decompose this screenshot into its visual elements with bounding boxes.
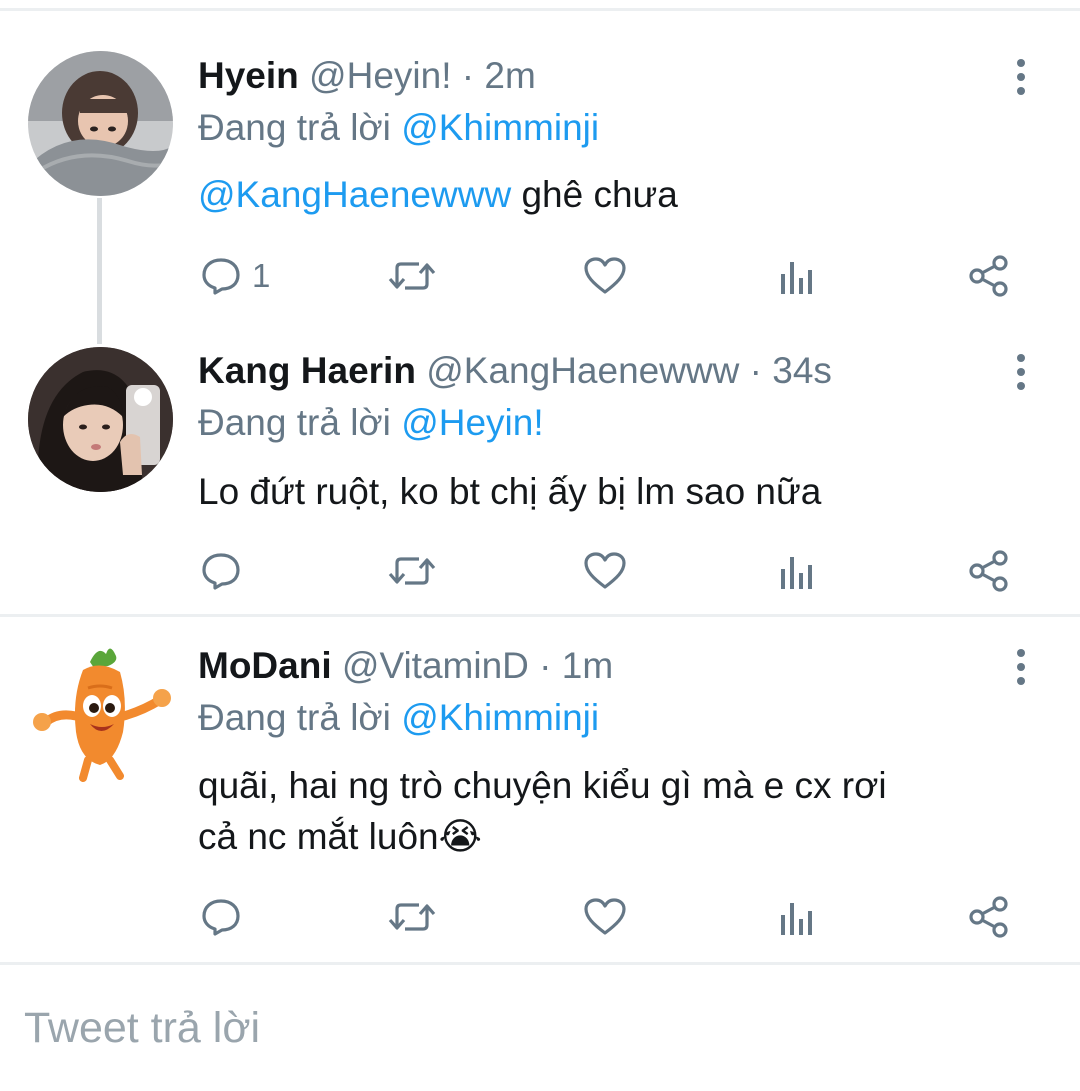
analytics-icon xyxy=(781,557,812,589)
tweet-text-content: cả nc mắt luôn xyxy=(198,816,439,857)
replying-to-mention[interactable]: @Khimminji xyxy=(401,697,599,738)
tweet-text-line: cả nc mắt luôn😭 xyxy=(198,811,1038,862)
reply-icon xyxy=(202,553,240,590)
retweet-icon xyxy=(388,262,436,290)
display-name[interactable]: Kang Haerin xyxy=(198,350,416,391)
reply-icon xyxy=(202,258,240,295)
mention-link[interactable]: @KangHaenewww xyxy=(198,174,511,215)
tweet-text: quãi, hai ng trò chuyện kiểu gì mà e cx … xyxy=(198,760,1038,862)
tweet-text-line: quãi, hai ng trò chuyện kiểu gì mà e cx … xyxy=(198,765,887,806)
like-button[interactable] xyxy=(583,892,627,942)
replying-label: Đang trả lời xyxy=(198,402,402,443)
tweet-text: @KangHaenewww ghê chưa xyxy=(198,169,1038,220)
analytics-icon xyxy=(781,262,812,294)
replying-to-mention[interactable]: @Khimminji xyxy=(401,107,599,148)
avatar[interactable] xyxy=(28,51,173,196)
tweet-text: Lo đứt ruột, ko bt chị ấy bị lm sao nữa xyxy=(198,466,1038,517)
action-bar: 1 xyxy=(0,251,1080,301)
replying-to-mention[interactable]: @Heyin! xyxy=(401,402,543,443)
share-icon xyxy=(969,255,1008,297)
share-button[interactable] xyxy=(968,546,1010,596)
tweet-header: Hyein @Heyin! · 2m xyxy=(198,54,536,98)
more-options-button[interactable] xyxy=(1011,352,1031,392)
reply-box-divider xyxy=(0,962,1080,965)
avatar[interactable] xyxy=(28,640,173,785)
analytics-icon xyxy=(781,903,812,935)
crying-face-emoji: 😭 xyxy=(438,816,482,857)
top-divider xyxy=(0,8,1080,11)
more-vertical-icon xyxy=(1017,354,1025,390)
retweet-icon xyxy=(388,557,436,585)
tweet-text-content: Lo đứt ruột, ko bt chị ấy bị lm sao nữa xyxy=(198,471,822,512)
reply-count: 1 xyxy=(252,257,271,294)
avatar[interactable] xyxy=(28,347,173,492)
display-name[interactable]: Hyein xyxy=(198,55,299,96)
like-button[interactable] xyxy=(583,546,627,596)
tweet-text-content: ghê chưa xyxy=(511,174,678,215)
replying-to: Đang trả lời @Heyin! xyxy=(198,401,544,445)
like-button[interactable] xyxy=(583,251,627,301)
reply-button[interactable] xyxy=(200,546,252,596)
retweet-button[interactable] xyxy=(387,892,437,942)
username-handle[interactable]: @Heyin! xyxy=(309,55,451,96)
analytics-button[interactable] xyxy=(778,251,816,301)
analytics-button[interactable] xyxy=(778,546,816,596)
share-button[interactable] xyxy=(968,892,1010,942)
more-vertical-icon xyxy=(1017,649,1025,685)
timestamp[interactable]: 34s xyxy=(772,350,832,391)
reply-button[interactable]: 1 xyxy=(200,251,270,301)
separator-dot: · xyxy=(749,350,762,391)
action-bar xyxy=(0,892,1080,942)
timestamp[interactable]: 2m xyxy=(484,55,535,96)
replying-label: Đang trả lời xyxy=(198,107,402,148)
like-icon xyxy=(584,898,626,935)
action-bar xyxy=(0,546,1080,596)
share-icon xyxy=(969,550,1008,592)
reply-tweet-input[interactable]: Tweet trả lời xyxy=(24,1004,260,1053)
display-name[interactable]: MoDani xyxy=(198,645,332,686)
separator-dot: · xyxy=(539,645,552,686)
timestamp[interactable]: 1m xyxy=(562,645,613,686)
tweet-header: Kang Haerin @KangHaenewww · 34s xyxy=(198,349,832,393)
username-handle[interactable]: @VitaminD xyxy=(342,645,529,686)
more-options-button[interactable] xyxy=(1011,647,1031,687)
separator-dot: · xyxy=(461,55,475,96)
share-button[interactable] xyxy=(968,251,1010,301)
replying-to: Đang trả lời @Khimminji xyxy=(198,106,599,150)
tweet-header: MoDani @VitaminD · 1m xyxy=(198,644,613,688)
retweet-icon xyxy=(388,903,436,931)
tweet-divider xyxy=(0,614,1080,617)
replying-label: Đang trả lời xyxy=(198,697,402,738)
username-handle[interactable]: @KangHaenewww xyxy=(426,350,739,391)
like-icon xyxy=(584,552,626,589)
share-icon xyxy=(969,896,1008,938)
retweet-button[interactable] xyxy=(387,546,437,596)
more-vertical-icon xyxy=(1017,59,1025,95)
like-icon xyxy=(584,257,626,294)
analytics-button[interactable] xyxy=(778,892,816,942)
retweet-button[interactable] xyxy=(387,251,437,301)
more-options-button[interactable] xyxy=(1011,57,1031,97)
reply-icon xyxy=(202,899,240,936)
reply-button[interactable] xyxy=(200,892,252,942)
replying-to: Đang trả lời @Khimminji xyxy=(198,696,599,740)
